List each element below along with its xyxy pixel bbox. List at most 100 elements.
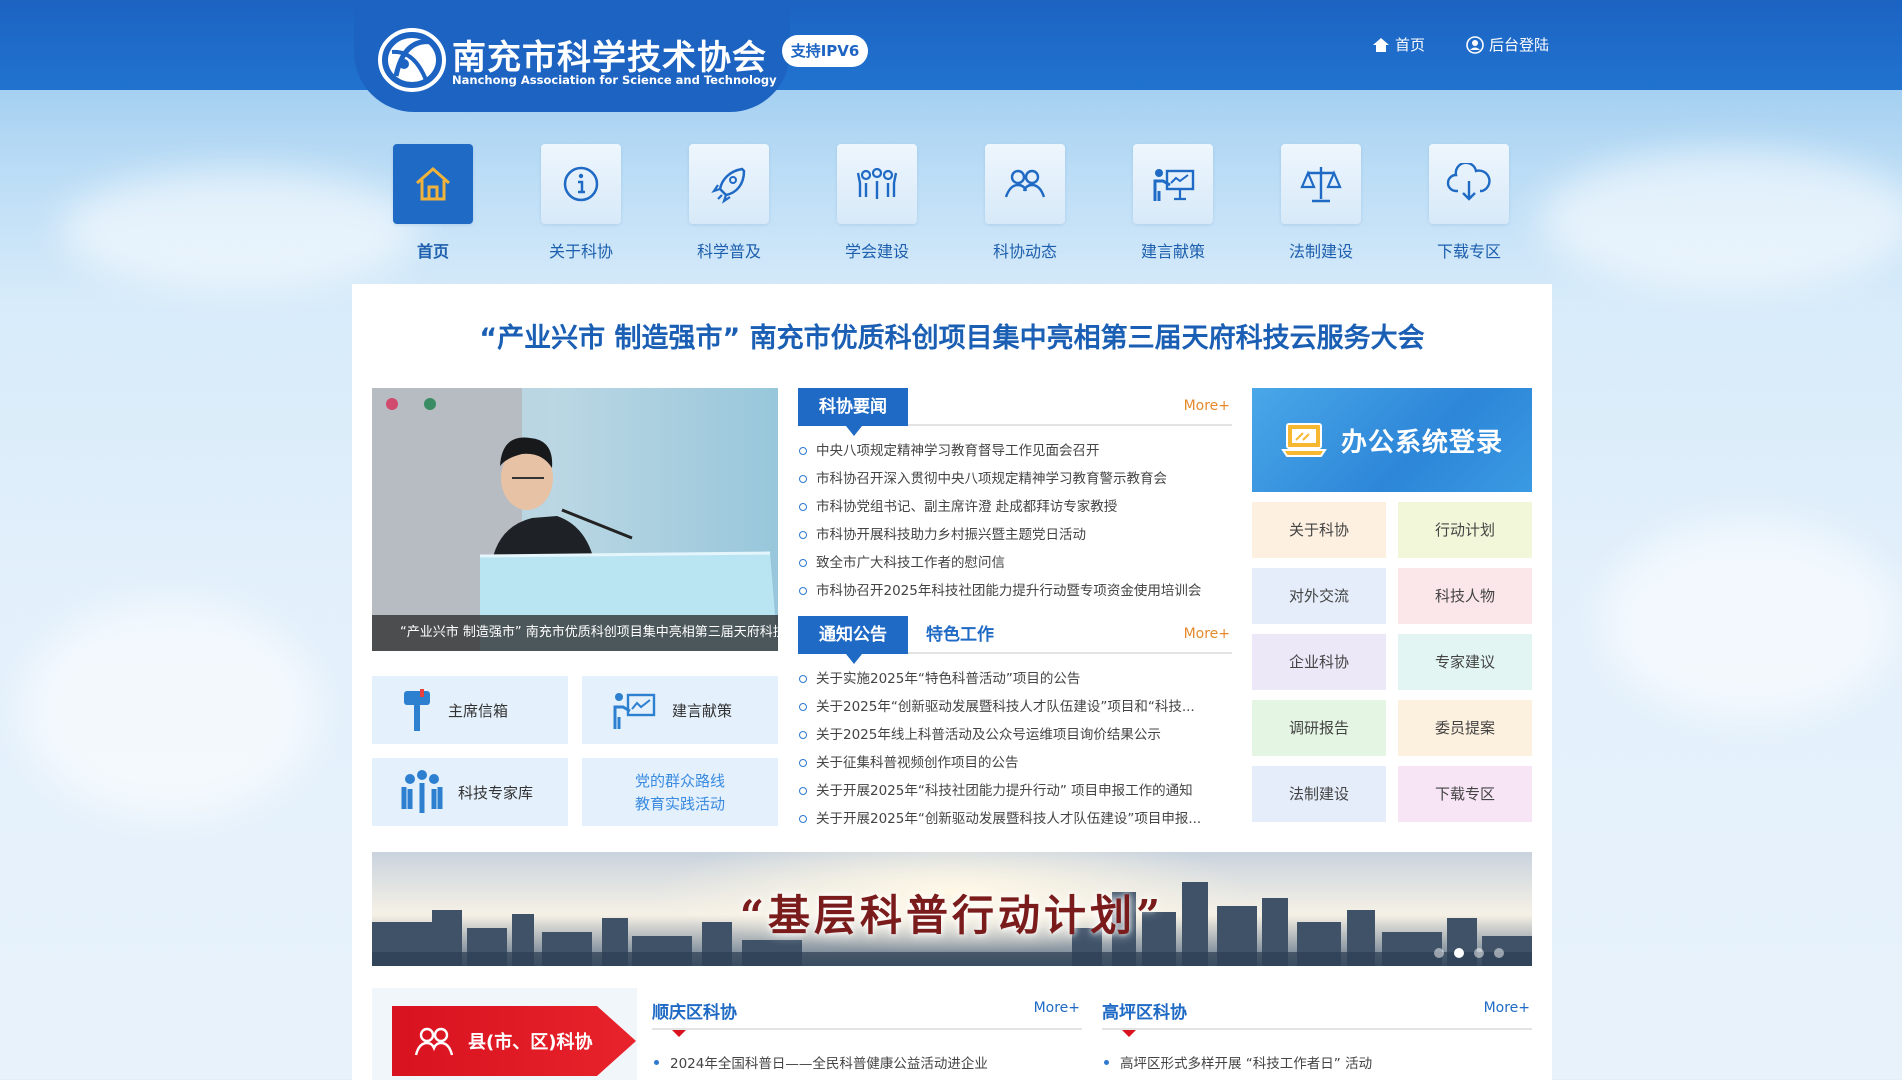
info-icon xyxy=(541,144,621,224)
grid-enterprise-button[interactable]: 企业科协 xyxy=(1252,634,1386,690)
nav-item-advice[interactable]: 建言献策 xyxy=(1118,144,1228,262)
gaoping-header: 高坪区科协 More+ xyxy=(1102,994,1532,1037)
slideshow-caption[interactable]: “产业兴市 制造强市” 南充市优质科创项目集中亮相第三届天府科技云服务大会 xyxy=(372,615,778,651)
grid-figures-button[interactable]: 科技人物 xyxy=(1398,568,1532,624)
nav-item-legal[interactable]: 法制建设 xyxy=(1266,144,1376,262)
site-title[interactable]: 南充市科学技术协会 xyxy=(452,30,767,79)
notice-item[interactable]: 关于征集科普视频创作项目的公告 xyxy=(798,749,1232,777)
news-more-link[interactable]: More+ xyxy=(1184,398,1230,414)
nav-label: 科学普及 xyxy=(696,242,761,261)
scale-icon xyxy=(1281,144,1361,224)
county-associations-button[interactable]: 县(市、区)科协 xyxy=(392,1006,636,1076)
banner-dot[interactable] xyxy=(1494,948,1504,958)
nav-label: 法制建设 xyxy=(1288,242,1353,261)
notice-item[interactable]: 关于2025年线上科普活动及公众号运维项目询价结果公示 xyxy=(798,721,1232,749)
nav-label: 科协动态 xyxy=(992,242,1057,261)
ipv6-badge: 支持IPV6 xyxy=(782,35,868,67)
banner-pagination xyxy=(1434,948,1504,958)
nav-item-download[interactable]: 下载专区 xyxy=(1414,144,1524,262)
news-item[interactable]: 市科协开展科技助力乡村振兴暨主题党日活动 xyxy=(798,521,1232,549)
notices-header: 通知公告 特色工作 More+ xyxy=(798,616,1232,664)
nav-item-home[interactable]: 首页 xyxy=(378,144,488,262)
tab-featured-work[interactable]: 特色工作 xyxy=(926,616,994,654)
news-item[interactable]: 市科协党组书记、副主席许澄 赴成都拜访专家教授 xyxy=(798,493,1232,521)
grid-legal-button[interactable]: 法制建设 xyxy=(1252,766,1386,822)
nav-label: 首页 xyxy=(416,242,449,261)
nav-item-about[interactable]: 关于科协 xyxy=(526,144,636,262)
top-home-label: 首页 xyxy=(1395,36,1426,54)
popsci-banner[interactable]: “基层科普行动计划” xyxy=(372,852,1532,966)
office-system-label: 办公系统登录 xyxy=(1340,427,1503,458)
nav-label: 关于科协 xyxy=(548,242,613,261)
news-item[interactable]: 市科协召开2025年科技社团能力提升行动暨专项资金使用培训会 xyxy=(798,577,1232,605)
quick-label: 建言献策 xyxy=(672,701,733,720)
rocket-icon xyxy=(689,144,769,224)
presentation-icon xyxy=(613,693,656,729)
notice-item[interactable]: 关于开展2025年“创新驱动发展暨科技人才队伍建设”项目申报... xyxy=(798,805,1232,833)
nav-item-popsci[interactable]: 科学普及 xyxy=(674,144,784,262)
expert-database-button[interactable]: 科技专家库 xyxy=(372,758,568,826)
county-label: 县(市、区)科协 xyxy=(468,1032,593,1053)
mailbox-icon xyxy=(404,689,430,731)
grid-about-button[interactable]: 关于科协 xyxy=(1252,502,1386,558)
notices-more-link[interactable]: More+ xyxy=(1184,626,1230,642)
banner-dot[interactable] xyxy=(1434,948,1444,958)
group-icon xyxy=(414,1027,454,1056)
notices-list: 关于实施2025年“特色科普活动”项目的公告 关于2025年“创新驱动发展暨科技… xyxy=(798,665,1232,833)
notice-item[interactable]: 关于2025年“创新驱动发展暨科技人才队伍建设”项目和“科技... xyxy=(798,693,1232,721)
grid-expert-advice-button[interactable]: 专家建议 xyxy=(1398,634,1532,690)
news-header: 科协要闻 More+ xyxy=(798,388,1232,436)
news-item[interactable]: 市科协召开深入贯彻中央八项规定精神学习教育警示教育会 xyxy=(798,465,1232,493)
notice-item[interactable]: 关于实施2025年“特色科普活动”项目的公告 xyxy=(798,665,1232,693)
tab-notices[interactable]: 通知公告 xyxy=(798,616,908,664)
user-circle-icon xyxy=(1466,35,1484,54)
shunqing-title[interactable]: 顺庆区科协 xyxy=(652,998,737,1037)
gaoping-more-link[interactable]: More+ xyxy=(1484,1000,1530,1016)
gaoping-title[interactable]: 高坪区科协 xyxy=(1102,998,1187,1037)
home-icon xyxy=(393,144,473,224)
banner-dot[interactable] xyxy=(1454,948,1464,958)
nav-item-society[interactable]: 学会建设 xyxy=(822,144,932,262)
grid-action-plan-button[interactable]: 行动计划 xyxy=(1398,502,1532,558)
association-logo-icon[interactable] xyxy=(374,24,450,96)
cloud-download-icon xyxy=(1429,144,1509,224)
header-bar xyxy=(0,0,1902,90)
nav-label: 学会建设 xyxy=(844,242,909,261)
gaoping-news-item[interactable]: 高坪区形式多样开展 “科技工作者日” 活动 xyxy=(1102,1052,1372,1072)
mass-line-activity-button[interactable]: 党的群众路线 教育实践活动 xyxy=(582,758,778,826)
grid-proposal-button[interactable]: 委员提案 xyxy=(1398,700,1532,756)
shunqing-more-link[interactable]: More+ xyxy=(1034,1000,1080,1016)
quick-label: 主席信箱 xyxy=(448,701,509,720)
grid-research-button[interactable]: 调研报告 xyxy=(1252,700,1386,756)
mass-line-label-2: 教育实践活动 xyxy=(634,795,725,813)
grid-download-button[interactable]: 下载专区 xyxy=(1398,766,1532,822)
mass-line-label-1: 党的群众路线 xyxy=(634,772,725,790)
news-item[interactable]: 致全市广大科技工作者的慰问信 xyxy=(798,549,1232,577)
grid-exchange-button[interactable]: 对外交流 xyxy=(1252,568,1386,624)
nav-label: 下载专区 xyxy=(1436,242,1501,261)
news-list: 中央八项规定精神学习教育督导工作见面会召开 市科协召开深入贯彻中央八项规定精神学… xyxy=(798,437,1232,605)
nav-label: 建言献策 xyxy=(1140,242,1205,261)
shunqing-news-item[interactable]: 2024年全国科普日——全民科普健康公益活动进企业 xyxy=(652,1052,988,1072)
headline-link[interactable]: “产业兴市 制造强市” 南充市优质科创项目集中亮相第三届天府科技云服务大会 xyxy=(352,316,1552,355)
advice-button[interactable]: 建言献策 xyxy=(582,676,778,744)
home-small-icon xyxy=(1373,37,1389,52)
notice-item[interactable]: 关于开展2025年“科技社团能力提升行动” 项目申报工作的通知 xyxy=(798,777,1232,805)
banner-dot[interactable] xyxy=(1474,948,1484,958)
experts-icon xyxy=(401,770,443,813)
news-item[interactable]: 中央八项规定精神学习教育督导工作见面会召开 xyxy=(798,437,1232,465)
admin-login-link[interactable]: 后台登陆 xyxy=(1466,34,1549,55)
site-subtitle: Nanchong Association for Science and Tec… xyxy=(452,73,777,87)
chairman-mailbox-button[interactable]: 主席信箱 xyxy=(372,676,568,744)
presentation-icon xyxy=(1133,144,1213,224)
news-slideshow-image[interactable] xyxy=(372,388,778,651)
laptop-icon xyxy=(1281,423,1327,457)
admin-login-label: 后台登陆 xyxy=(1489,36,1550,54)
people-raise-icon xyxy=(837,144,917,224)
tab-news[interactable]: 科协要闻 xyxy=(798,388,908,436)
top-home-link[interactable]: 首页 xyxy=(1372,34,1425,55)
banner-title: “基层科普行动计划” xyxy=(739,891,1165,940)
nav-item-news[interactable]: 科协动态 xyxy=(970,144,1080,262)
shunqing-header: 顺庆区科协 More+ xyxy=(652,994,1082,1037)
office-system-login-button[interactable]: 办公系统登录 xyxy=(1252,388,1532,492)
